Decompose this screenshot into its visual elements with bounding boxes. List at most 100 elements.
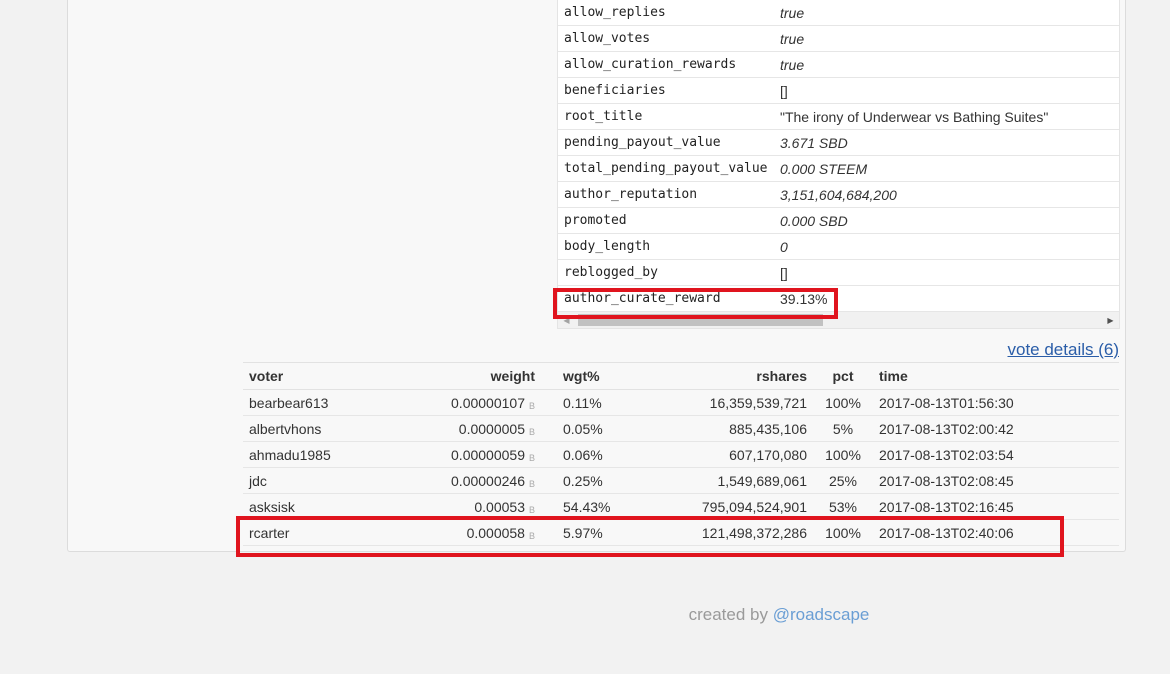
steem-power-unit-icon: B [528,400,535,411]
vote-pct: 100% [813,519,873,546]
property-row: allow_curation_rewards true [558,52,1119,78]
vote-voter[interactable]: bearbear613 [243,389,373,416]
vote-wgt-percent: 54.43% [541,493,641,520]
property-row: body_length 0 [558,234,1119,260]
vote-pct: 100% [813,389,873,416]
properties-table: allow_replies true allow_votes true allow_cu… [557,0,1120,312]
property-value: "The irony of Underwear vs Bathing Suite… [780,108,1049,125]
scroll-right-arrow-icon[interactable]: ▶ [1102,312,1119,328]
vote-weight: 0.00000107 [451,394,525,411]
vote-voter[interactable]: albertvhons [243,415,373,442]
property-row: beneficiaries [] [558,78,1119,104]
vote-pct: 53% [813,493,873,520]
vote-weight-cell: 0.0000005 B [373,415,541,442]
vote-wgt-percent: 5.97% [541,519,641,546]
vote-time: 2017-08-13T02:40:06 [873,519,1119,546]
properties-container: allow_replies true allow_votes true allow_cu… [557,0,1120,329]
vote-time: 2017-08-13T02:08:45 [873,467,1119,494]
property-key: beneficiaries [564,83,666,98]
vote-voter[interactable]: ahmadu1985 [243,441,373,468]
vote-pct: 5% [813,415,873,442]
vote-time: 2017-08-13T01:56:30 [873,389,1119,416]
vote-row: jdc 0.00000246 B 0.25% 1,549,689,061 25% 2017-… [243,467,1119,494]
vote-time: 2017-08-13T02:00:42 [873,415,1119,442]
header-time[interactable]: time [873,362,1119,390]
property-row: promoted 0.000 SBD [558,208,1119,234]
steem-power-unit-icon: B [528,530,535,541]
vote-pct: 100% [813,441,873,468]
horizontal-scrollbar[interactable]: ◀ ▶ [557,312,1120,329]
property-value: 39.13% [780,290,828,307]
vote-weight-cell: 0.00053 B [373,493,541,520]
property-row: allow_votes true [558,26,1119,52]
property-key: author_curate_reward [564,291,721,306]
steem-power-unit-icon: B [528,478,535,489]
vote-weight-cell: 0.00000107 B [373,389,541,416]
vote-voter[interactable]: jdc [243,467,373,494]
vote-weight: 0.00000246 [451,472,525,489]
property-key: reblogged_by [564,265,658,280]
property-row: total_pending_payout_value 0.000 STEEM [558,156,1119,182]
vote-wgt-percent: 0.25% [541,467,641,494]
vote-wgt-percent: 0.11% [541,389,641,416]
footer-author-link[interactable]: @roadscape [773,605,870,624]
vote-row: albertvhons 0.0000005 B 0.05% 885,435,106 5% 2… [243,415,1119,442]
header-pct[interactable]: pct [813,362,873,390]
vote-wgt-percent: 0.06% [541,441,641,468]
property-key: root_title [564,109,643,124]
property-key: allow_votes [564,31,651,46]
vote-row: asksisk 0.00053 B 54.43% 795,094,524,901 53% 2… [243,493,1119,520]
property-key: allow_replies [564,5,666,20]
vote-row: bearbear613 0.00000107 B 0.11% 16,359,539,72… [243,389,1119,416]
vote-weight: 0.00053 [474,498,525,515]
property-key: promoted [564,213,627,228]
vote-weight-cell: 0.00000059 B [373,441,541,468]
votes-table: voter weight wgt% rshares pct time bearb… [243,362,1119,546]
property-row: author_curate_reward 39.13% [558,286,1119,312]
property-row: allow_replies true [558,0,1119,26]
header-voter[interactable]: voter [243,362,373,390]
scrollbar-thumb[interactable] [578,314,823,326]
header-wgt[interactable]: wgt% [541,362,641,390]
property-value: true [780,30,805,47]
vote-pct: 25% [813,467,873,494]
votes-header-row: voter weight wgt% rshares pct time [243,362,1119,390]
property-key: body_length [564,239,651,254]
vote-rshares: 607,170,080 [641,441,813,468]
vote-voter[interactable]: rcarter [243,519,373,546]
property-value: 3,151,604,684,200 [780,186,897,203]
property-value: 0.000 STEEM [780,160,868,177]
property-value: 3.671 SBD [780,134,848,151]
header-weight[interactable]: weight [373,362,541,390]
vote-weight: 0.0000005 [458,420,525,437]
property-key: author_reputation [564,187,698,202]
vote-weight: 0.000058 [466,524,525,541]
vote-time: 2017-08-13T02:03:54 [873,441,1119,468]
vote-voter[interactable]: asksisk [243,493,373,520]
vote-rshares: 885,435,106 [641,415,813,442]
scroll-left-arrow-icon[interactable]: ◀ [558,312,575,328]
property-row: reblogged_by [] [558,260,1119,286]
vote-time: 2017-08-13T02:16:45 [873,493,1119,520]
property-row: pending_payout_value 3.671 SBD [558,130,1119,156]
vote-rshares: 121,498,372,286 [641,519,813,546]
footer-prefix: created by [688,605,773,624]
property-value: [] [780,264,788,281]
property-row: root_title "The irony of Underwear vs Bat… [558,104,1119,130]
property-row: author_reputation 3,151,604,684,200 [558,182,1119,208]
vote-rshares: 1,549,689,061 [641,467,813,494]
steem-power-unit-icon: B [528,426,535,437]
property-key: pending_payout_value [564,135,721,150]
property-value: 0.000 SBD [780,212,848,229]
vote-weight-cell: 0.000058 B [373,519,541,546]
property-key: allow_curation_rewards [564,57,737,72]
vote-rshares: 795,094,524,901 [641,493,813,520]
property-value: true [780,56,805,73]
vote-details-link[interactable]: vote details (6) [1008,340,1120,360]
vote-weight-cell: 0.00000246 B [373,467,541,494]
property-value: 0 [780,238,788,255]
header-rshares[interactable]: rshares [641,362,813,390]
vote-weight: 0.00000059 [451,446,525,463]
vote-wgt-percent: 0.05% [541,415,641,442]
vote-row: rcarter 0.000058 B 5.97% 121,498,372,286 100%… [243,519,1119,546]
